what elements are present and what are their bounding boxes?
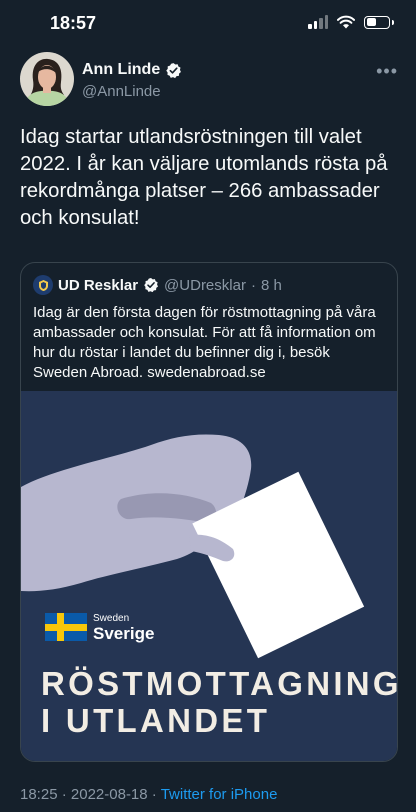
tweet-time: 18:25 [20,786,58,803]
swedish-flag-icon [45,613,87,641]
quoted-tweet[interactable]: UD Resklar @UDresklar · 8 h Idag är den … [20,262,398,762]
more-icon[interactable]: ••• [376,61,398,82]
quoted-verified-icon [144,278,159,293]
headline-line-2: I UTLANDET [41,702,271,739]
meta-separator-1: · [61,786,67,803]
quoted-tweet-header: UD Resklar @UDresklar · 8 h [33,275,282,295]
status-bar: 18:57 [0,0,416,50]
quoted-tweet-image[interactable]: Sweden Sverige RÖSTMOTTAGNING I UTLANDET [21,391,397,761]
tweet-date: 2022-08-18 [70,786,148,803]
quoted-tweet-text: Idag är den första dagen för röstmottagn… [33,304,376,381]
verified-icon [166,62,182,78]
wifi-icon [337,15,355,29]
tweet-header: Ann Linde @AnnLinde ••• [20,52,400,108]
battery-icon [364,15,394,29]
logo-sverige-text: Sverige [93,624,155,643]
quoted-author-handle: @UDresklar [164,276,246,294]
quoted-separator: · [250,276,256,294]
ud-logo-icon [33,275,53,295]
tweet-text: Idag startar utlandsröstningen till vale… [20,126,388,229]
author-name[interactable]: Ann Linde [82,61,182,79]
status-time: 18:57 [50,13,97,33]
tweet-meta: 18:25 · 2022-08-18 · Twitter for iPhone [20,786,277,803]
headline-line-1: RÖSTMOTTAGNING [41,665,397,702]
avatar[interactable] [20,52,74,106]
meta-separator-2: · [151,786,157,803]
battery-fill [366,18,376,26]
status-icons [308,15,394,29]
logo-sweden-text: Sweden [93,613,130,624]
tweet-source-link[interactable]: Twitter for iPhone [161,786,278,803]
image-headline: RÖSTMOTTAGNING I UTLANDET [41,665,397,739]
author-handle[interactable]: @AnnLinde [82,83,182,100]
author-block: Ann Linde @AnnLinde [82,61,182,100]
quoted-author-name: UD Resklar [58,276,139,294]
quoted-age: 8 h [260,276,282,294]
signal-icon [308,15,328,29]
author-name-text: Ann Linde [82,61,161,78]
